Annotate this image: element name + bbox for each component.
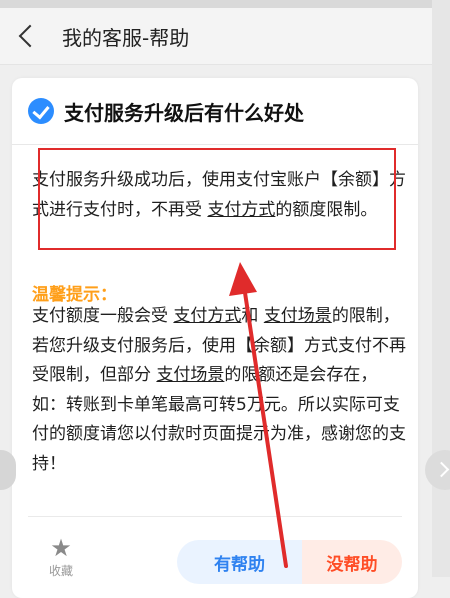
article-paragraph-2: 支付额度一般会受 支付方式和 支付场景的限制，若您升级支付服务后，使用【余额】方… — [32, 302, 408, 479]
page-title: 我的客服-帮助 — [62, 25, 190, 50]
header-bar: 我的客服-帮助 — [0, 8, 432, 65]
next-page-handle[interactable] — [425, 450, 450, 490]
star-icon: ★ — [50, 534, 72, 562]
top-strip — [0, 0, 450, 8]
article-title: 支付服务升级后有什么好处 — [64, 100, 304, 125]
para2-text-b: 和 — [241, 306, 264, 326]
annotation-highlight-box — [38, 148, 396, 250]
chevron-left-icon[interactable] — [18, 24, 42, 48]
not-helpful-button[interactable]: 没帮助 — [302, 540, 402, 584]
article-header: 支付服务升级后有什么好处 — [12, 78, 418, 145]
button-separator — [291, 540, 302, 584]
scrollbar[interactable] — [432, 0, 450, 577]
link-payment-scene-2[interactable]: 支付场景 — [156, 365, 224, 385]
para2-text-a: 支付额度一般会受 — [32, 306, 174, 326]
link-payment-scene[interactable]: 支付场景 — [264, 306, 332, 326]
check-circle-icon — [28, 98, 54, 124]
helpful-button[interactable]: 有帮助 — [177, 540, 302, 584]
favorite-button[interactable]: ★ 收藏 — [44, 536, 78, 579]
footer-divider — [28, 516, 402, 517]
favorite-label: 收藏 — [48, 564, 73, 578]
link-payment-method-2[interactable]: 支付方式 — [173, 306, 241, 326]
